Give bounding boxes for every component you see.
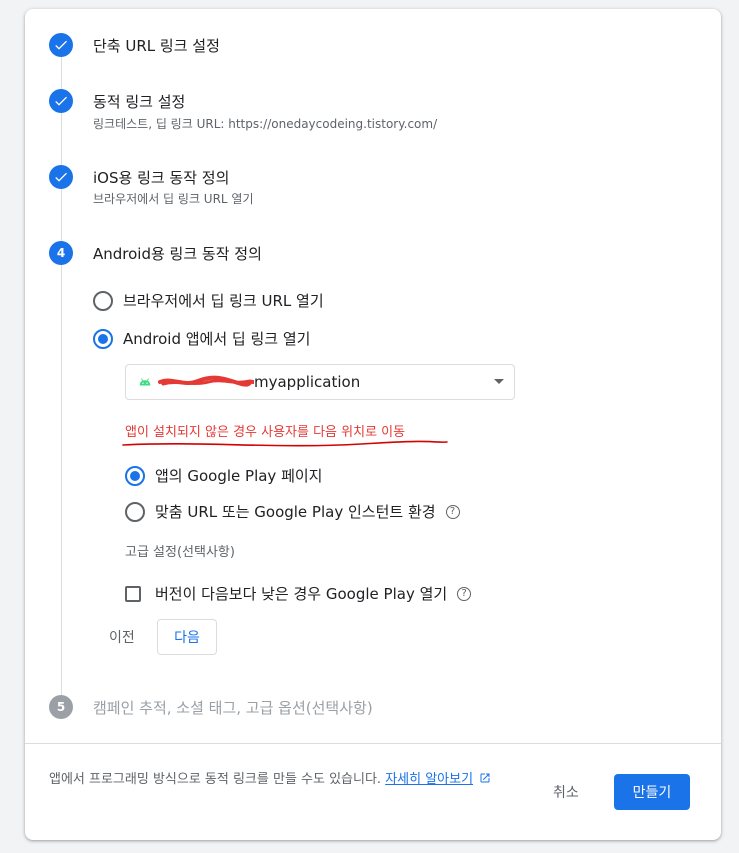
checkbox-label: 버전이 다음보다 낮은 경우 Google Play 열기 bbox=[155, 585, 448, 603]
radio-button-selected[interactable] bbox=[125, 465, 145, 486]
radio-label: 앱의 Google Play 페이지 bbox=[155, 467, 323, 485]
open-in-new-icon[interactable] bbox=[479, 772, 491, 784]
radio-label: 브라우저에서 딥 링크 URL 열기 bbox=[123, 292, 324, 310]
check-icon bbox=[55, 172, 67, 182]
step-3-complete-badge bbox=[49, 165, 73, 189]
create-button[interactable]: 만들기 bbox=[614, 774, 690, 810]
android-app-select[interactable]: myapplication bbox=[125, 364, 515, 400]
min-version-checkbox[interactable] bbox=[125, 585, 141, 602]
radio-label: 맞춤 URL 또는 Google Play 인스턴트 환경 bbox=[155, 503, 436, 521]
stepper-connector bbox=[61, 57, 62, 695]
radio-google-play-page[interactable]: 앱의 Google Play 페이지 bbox=[125, 465, 322, 486]
step-1-title[interactable]: 단축 URL 링크 설정 bbox=[93, 35, 220, 56]
previous-button[interactable]: 이전 bbox=[109, 627, 135, 647]
step-2-complete-badge bbox=[49, 89, 73, 113]
redaction-scribble bbox=[158, 375, 254, 387]
radio-button[interactable] bbox=[93, 290, 113, 311]
min-version-checkbox-row[interactable]: 버전이 다음보다 낮은 경우 Google Play 열기 ? bbox=[125, 583, 472, 604]
app-package-suffix: myapplication bbox=[254, 373, 361, 391]
dropdown-caret-icon bbox=[494, 379, 504, 384]
help-circle-icon[interactable]: ? bbox=[445, 504, 460, 519]
step-2-summary: 링크테스트, 딥 링크 URL: https://onedaycodeing.t… bbox=[93, 117, 438, 131]
cancel-button[interactable]: 취소 bbox=[553, 782, 579, 802]
advanced-settings-label: 고급 설정(선택사항) bbox=[125, 545, 235, 560]
radio-label: Android 앱에서 딥 링크 열기 bbox=[123, 330, 311, 348]
red-underline-annotation bbox=[122, 440, 448, 447]
learn-more-link[interactable]: 자세히 알아보기 bbox=[385, 772, 473, 787]
step-4-number-badge: 4 bbox=[49, 241, 73, 265]
step-5-number-badge: 5 bbox=[49, 695, 73, 719]
radio-custom-url[interactable]: 맞춤 URL 또는 Google Play 인스턴트 환경 ? bbox=[125, 501, 460, 522]
step-4-title: Android용 링크 동작 정의 bbox=[93, 245, 262, 263]
check-icon bbox=[55, 40, 67, 50]
radio-button-selected[interactable] bbox=[93, 328, 113, 349]
step-5-title: 캠페인 추적, 소셜 태그, 고급 옵션(선택사항) bbox=[93, 699, 373, 717]
radio-open-in-browser[interactable]: 브라우저에서 딥 링크 URL 열기 bbox=[93, 290, 324, 311]
step-2-title[interactable]: 동적 링크 설정 bbox=[93, 91, 185, 112]
step-3-title[interactable]: iOS용 링크 동작 정의 bbox=[93, 167, 229, 188]
step-1-complete-badge bbox=[49, 33, 73, 57]
create-dynamic-link-dialog: 단축 URL 링크 설정 동적 링크 설정 링크테스트, 딥 링크 URL: h… bbox=[25, 9, 721, 840]
radio-button[interactable] bbox=[125, 501, 145, 522]
next-button[interactable]: 다음 bbox=[157, 619, 217, 655]
footer-text: 앱에서 프로그래밍 방식으로 동적 링크를 만들 수도 있습니다. bbox=[49, 772, 382, 787]
radio-open-in-app[interactable]: Android 앱에서 딥 링크 열기 bbox=[93, 328, 310, 349]
footer-description: 앱에서 프로그래밍 방식으로 동적 링크를 만들 수도 있습니다. 자세히 알아… bbox=[49, 769, 519, 791]
step-3-summary: 브라우저에서 딥 링크 URL 열기 bbox=[93, 192, 254, 206]
footer-divider bbox=[25, 743, 721, 744]
android-icon bbox=[139, 378, 151, 386]
help-circle-icon[interactable]: ? bbox=[457, 586, 472, 601]
selected-app-value: myapplication bbox=[158, 373, 360, 391]
check-icon bbox=[55, 96, 67, 106]
